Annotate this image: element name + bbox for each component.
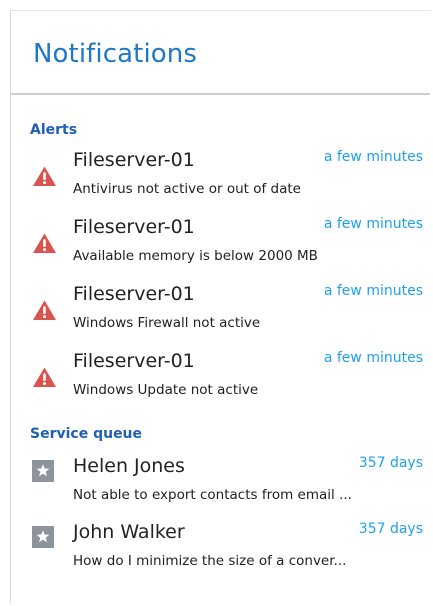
warning-icon — [32, 366, 57, 388]
alert-item-time: a few minutes — [323, 216, 423, 232]
service-item[interactable]: John Walker 357 days How do I minimize t… — [11, 521, 432, 585]
alert-item-description: Windows Firewall not active — [73, 315, 261, 331]
alert-item[interactable]: Fileserver-01 a few minutes Antivirus no… — [11, 149, 432, 213]
alert-item-time: a few minutes — [323, 283, 423, 299]
alert-item-name: Fileserver-01 — [73, 350, 195, 372]
notifications-panel: Notifications Alerts Fileserver-01 a few… — [10, 10, 431, 604]
warning-icon — [32, 165, 57, 187]
service-item-time: 357 days — [358, 521, 423, 537]
alert-item-description: Windows Update not active — [73, 382, 259, 398]
alerts-section-title: Alerts — [30, 122, 78, 138]
service-item-time: 357 days — [358, 455, 423, 471]
alert-item[interactable]: Fileserver-01 a few minutes Available me… — [11, 216, 432, 280]
service-item[interactable]: Helen Jones 357 days Not able to export … — [11, 455, 432, 519]
service-item-description: Not able to export contacts from email .… — [73, 487, 352, 503]
warning-icon — [32, 299, 57, 321]
alert-item-name: Fileserver-01 — [73, 216, 195, 238]
service-queue-section-title: Service queue — [30, 426, 143, 442]
alert-item-name: Fileserver-01 — [73, 283, 195, 305]
star-icon — [32, 526, 54, 548]
panel-header: Notifications — [11, 11, 430, 95]
star-icon — [32, 460, 54, 482]
warning-icon — [32, 232, 57, 254]
alert-item-name: Fileserver-01 — [73, 149, 195, 171]
alert-item-time: a few minutes — [323, 350, 423, 366]
panel-title: Notifications — [33, 39, 198, 69]
alert-item-time: a few minutes — [323, 149, 423, 165]
alert-item-description: Antivirus not active or out of date — [73, 181, 301, 197]
alert-item[interactable]: Fileserver-01 a few minutes Windows Upda… — [11, 350, 432, 414]
service-item-description: How do I minimize the size of a conver..… — [73, 553, 347, 569]
alert-item[interactable]: Fileserver-01 a few minutes Windows Fire… — [11, 283, 432, 347]
alert-item-description: Available memory is below 2000 MB — [73, 248, 318, 264]
service-item-name: John Walker — [73, 521, 185, 543]
service-item-name: Helen Jones — [73, 455, 185, 477]
